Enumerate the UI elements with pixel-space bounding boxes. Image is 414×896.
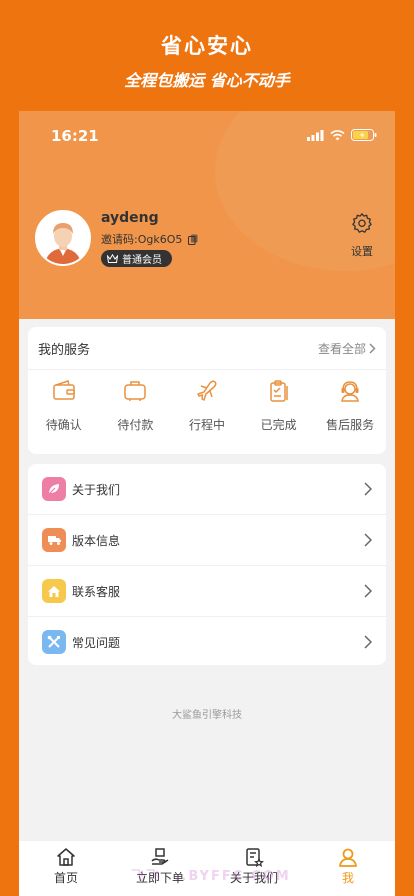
services-row: 待确认 待付款 行程中 已完成 售后服务: [28, 370, 386, 433]
tools-icon: [42, 630, 66, 654]
chevron-right-icon: [364, 635, 372, 649]
avatar-image: [37, 212, 89, 264]
truck-icon: [42, 528, 66, 552]
home-outline-icon: [57, 848, 75, 866]
service-in-progress[interactable]: 行程中: [177, 378, 237, 433]
chevron-right-icon: [364, 533, 372, 547]
member-badge-label: 普通会员: [122, 255, 162, 266]
view-all-label: 查看全部: [317, 341, 366, 356]
status-icons: [307, 129, 377, 141]
settings-button[interactable]: 设置: [347, 212, 377, 259]
menu-label: 常见问题: [72, 635, 121, 650]
avatar[interactable]: [35, 210, 91, 266]
settings-label: 设置: [351, 245, 373, 258]
user-icon: [339, 848, 357, 867]
profile-header: 16:21 aydeng 邀请码:Ogk6O5 普通会员 设置: [19, 111, 395, 319]
chevron-right-icon: [364, 584, 372, 598]
services-title: 我的服务: [38, 342, 91, 358]
services-header: 我的服务 查看全部: [28, 327, 386, 370]
clipboard-icon: [269, 380, 288, 402]
menu-item-version[interactable]: 版本信息: [28, 515, 386, 566]
battery-icon: [351, 129, 377, 141]
menu-item-about[interactable]: 关于我们: [28, 464, 386, 515]
invite-code-row: 邀请码:Ogk6O5: [101, 231, 198, 247]
service-pending-payment[interactable]: 待付款: [105, 378, 165, 433]
service-label: 待确认: [45, 418, 82, 432]
footer-company: 大鲨鱼引擎科技: [172, 710, 242, 721]
menu-item-faq[interactable]: 常见问题: [28, 617, 386, 667]
home-icon: [42, 579, 66, 603]
service-label: 待付款: [117, 418, 154, 432]
menu-label: 关于我们: [72, 482, 121, 497]
tab-me[interactable]: 我: [301, 841, 395, 896]
service-after-sales[interactable]: 售后服务: [320, 378, 380, 433]
luggage-icon: [124, 381, 147, 401]
my-services-card: 我的服务 查看全部 待确认 待付款 行程中 已完成 售后服务: [28, 327, 386, 454]
document-star-icon: [246, 848, 264, 867]
wallet-icon: [53, 380, 75, 400]
signal-icon: [307, 129, 324, 141]
menu-card: 关于我们 版本信息 联系客服 常见问题: [28, 464, 386, 665]
menu-item-customer-service[interactable]: 联系客服: [28, 566, 386, 617]
chevron-right-icon: [369, 343, 376, 353]
service-completed[interactable]: 已完成: [249, 378, 309, 433]
crown-icon: [107, 254, 118, 263]
service-label: 行程中: [188, 418, 225, 432]
status-time: 16:21: [51, 127, 99, 145]
promo-subtitle: 全程包搬运 省心不动手: [124, 71, 290, 90]
username: aydeng: [101, 210, 159, 226]
headset-icon: [341, 381, 360, 402]
invite-code: 邀请码:Ogk6O5: [101, 233, 183, 246]
view-all-link[interactable]: 查看全部: [318, 340, 376, 357]
watermark: 飞飞 ...BYFFC.COM: [131, 869, 291, 884]
menu-label: 联系客服: [72, 584, 121, 599]
service-label: 已完成: [260, 418, 297, 432]
leaf-icon: [42, 477, 66, 501]
member-badge: 普通会员: [101, 250, 172, 267]
promo-title: 省心安心: [161, 34, 253, 58]
phone-screen: 16:21 aydeng 邀请码:Ogk6O5 普通会员 设置 我的服务 查看全…: [19, 111, 395, 896]
menu-label: 版本信息: [72, 533, 121, 548]
tab-label: 首页: [53, 871, 78, 885]
service-label: 售后服务: [326, 418, 375, 432]
box-hand-icon: [151, 848, 169, 865]
copy-icon[interactable]: [188, 234, 198, 245]
tab-home[interactable]: 首页: [19, 841, 113, 896]
service-pending-confirm[interactable]: 待确认: [34, 378, 94, 433]
wifi-icon: [330, 129, 345, 140]
gear-icon: [352, 213, 372, 233]
chevron-right-icon: [364, 482, 372, 496]
plane-icon: [197, 380, 217, 401]
tab-label: 我: [341, 871, 354, 885]
